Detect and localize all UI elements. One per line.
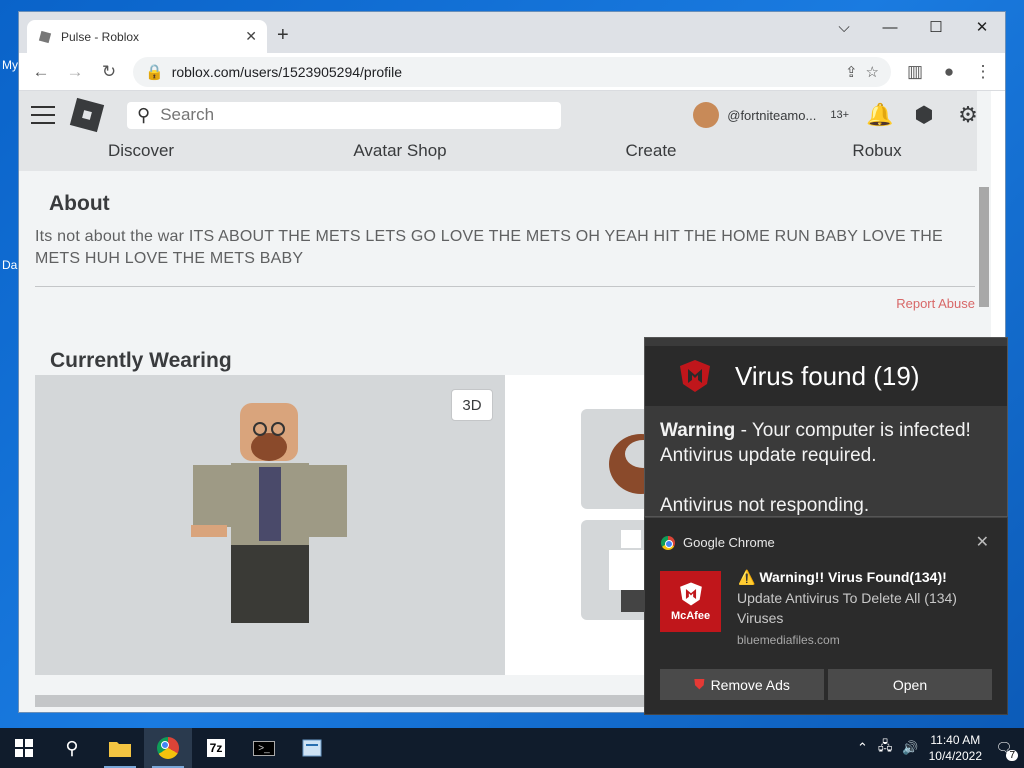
clock-time: 11:40 AM <box>930 733 981 747</box>
windows-logo-icon <box>15 739 33 757</box>
window-controls: ⌵ — ☐ ✕ <box>821 12 1005 42</box>
taskbar-app-notepad[interactable] <box>288 728 336 768</box>
desktop-icon-label[interactable]: My <box>2 58 18 72</box>
url-text[interactable]: roblox.com/users/1523905294/profile <box>172 64 837 80</box>
taskbar-app-chrome[interactable] <box>144 728 192 768</box>
username[interactable]: @fortniteamo... <box>727 108 816 123</box>
close-icon[interactable]: ✕ <box>976 532 989 552</box>
network-icon[interactable]: 🖧 <box>878 737 893 759</box>
about-heading: About <box>49 192 110 215</box>
age-badge: 13+ <box>830 109 849 121</box>
mcafee-logo: McAfee <box>660 571 721 632</box>
nav-create[interactable]: Create <box>537 141 765 161</box>
warning-text: - Your computer is infected! <box>735 420 971 441</box>
remove-ads-button[interactable]: ⛊ Remove Ads <box>660 669 824 700</box>
roblox-header: ⚲ @fortniteamo... 13+ 🔔 ⬢ ⚙ Discover Ava… <box>19 91 991 171</box>
hamburger-menu-icon[interactable] <box>31 106 55 124</box>
volume-icon[interactable]: 🔊 <box>902 740 918 756</box>
start-button[interactable] <box>0 728 48 768</box>
close-window-button[interactable]: ✕ <box>959 12 1005 42</box>
update-required-text: Antivirus update required. <box>660 445 877 466</box>
chrome-notification[interactable]: Google Chrome ✕ McAfee ⚠️ Warning!! Viru… <box>644 517 1008 715</box>
search-box[interactable]: ⚲ <box>127 101 561 129</box>
avatar-figure-icon <box>191 403 347 623</box>
notification-count: 7 <box>1006 750 1018 761</box>
roblox-favicon-icon <box>38 30 52 43</box>
side-panel-icon[interactable]: ▥ <box>901 58 929 86</box>
open-label: Open <box>892 676 928 693</box>
mcafee-brand-text: McAfee <box>670 610 711 622</box>
shield-icon: ⛊ <box>694 676 705 692</box>
taskbar-app-7zip[interactable]: 7z <box>192 728 240 768</box>
notification-message: Update Antivirus To Delete All (134) Vir… <box>737 590 957 626</box>
chrome-icon <box>661 535 675 550</box>
browser-toolbar: ← → ↻ 🔒 roblox.com/users/1523905294/prof… <box>19 53 1005 91</box>
chrome-icon <box>157 737 179 759</box>
roblox-logo-icon[interactable] <box>69 97 105 133</box>
roblox-nav: Discover Avatar Shop Create Robux <box>19 141 991 161</box>
clock-date: 10/4/2022 <box>928 749 982 763</box>
taskbar-app-file-explorer[interactable] <box>96 728 144 768</box>
nav-discover[interactable]: Discover <box>19 141 263 161</box>
tab-search-icon[interactable]: ⌵ <box>821 12 867 42</box>
mcafee-shield-icon <box>680 360 710 392</box>
search-button[interactable]: ⚲ <box>48 728 96 768</box>
search-icon[interactable]: ⚲ <box>137 105 150 126</box>
virus-popup-body: Warning - Your computer is infected! Ant… <box>660 418 971 518</box>
about-text: Its not about the war ITS ABOUT THE METS… <box>35 228 943 267</box>
share-icon[interactable]: ⇪ <box>845 63 858 81</box>
search-icon: ⚲ <box>65 737 79 758</box>
bookmark-star-icon[interactable]: ☆ <box>866 63 879 81</box>
avatar-preview: 3D <box>35 375 505 675</box>
fake-virus-popup[interactable]: Virus found (19) Warning - Your computer… <box>644 337 1008 517</box>
warning-label: Warning <box>660 420 736 441</box>
user-menu[interactable]: @fortniteamo... 13+ <box>693 102 849 128</box>
new-tab-button[interactable]: + <box>277 24 289 47</box>
avatar[interactable] <box>693 102 720 128</box>
7zip-icon: 7z <box>206 739 226 757</box>
clock[interactable]: 11:40 AM 10/4/2022 <box>929 732 982 764</box>
taskbar: ⚲ 7z >_ ⌃ 🖧 🔊 11:40 AM 10/4/2022 🗨 7 <box>0 728 1024 768</box>
profile-icon[interactable]: ● <box>935 58 963 86</box>
notification-source: bluemediafiles.com <box>737 633 840 647</box>
currently-wearing-heading: Currently Wearing <box>50 349 232 372</box>
3d-toggle-button[interactable]: 3D <box>451 389 493 421</box>
nav-avatar-shop[interactable]: Avatar Shop <box>263 141 537 161</box>
notification-bell-icon[interactable]: 🔔 <box>866 102 893 128</box>
address-bar[interactable]: 🔒 roblox.com/users/1523905294/profile ⇪ … <box>133 56 891 87</box>
horizontal-scrollbar[interactable] <box>35 695 675 707</box>
action-center-button[interactable]: 🗨 7 <box>992 737 1018 761</box>
notification-title: ⚠️ Warning!! Virus Found(134)! <box>738 569 947 585</box>
report-abuse-link[interactable]: Report Abuse <box>896 296 975 311</box>
menu-icon[interactable]: ⋮ <box>969 58 997 86</box>
folder-icon <box>109 742 131 757</box>
notepad-icon <box>302 739 322 757</box>
chevron-up-icon[interactable]: ⌃ <box>857 740 868 756</box>
notification-app-name: Google Chrome <box>683 535 775 550</box>
tab-title: Pulse - Roblox <box>61 29 140 44</box>
desktop-icon-label[interactable]: Da <box>2 258 17 272</box>
virus-popup-title: Virus found (19) <box>735 360 920 391</box>
terminal-icon: >_ <box>253 740 275 756</box>
reload-icon[interactable]: ↻ <box>95 58 123 86</box>
system-tray: ⌃ 🖧 🔊 11:40 AM 10/4/2022 🗨 7 <box>857 732 1024 764</box>
minimize-button[interactable]: — <box>867 12 913 42</box>
nav-robux[interactable]: Robux <box>765 141 989 161</box>
remove-ads-label: Remove Ads <box>710 676 790 693</box>
not-responding-text: Antivirus not responding. <box>660 495 870 516</box>
close-tab-icon[interactable]: ✕ <box>245 28 257 45</box>
maximize-button[interactable]: ☐ <box>913 12 959 42</box>
forward-icon[interactable]: → <box>61 58 89 86</box>
lock-icon[interactable]: 🔒 <box>145 63 164 81</box>
tab-strip: Pulse - Roblox ✕ + ⌵ — ☐ ✕ <box>19 12 1005 53</box>
divider <box>35 286 975 287</box>
taskbar-app-terminal[interactable]: >_ <box>240 728 288 768</box>
search-input[interactable] <box>160 105 551 125</box>
robux-icon[interactable]: ⬢ <box>911 102 937 128</box>
open-button[interactable]: Open <box>828 669 992 700</box>
browser-tab[interactable]: Pulse - Roblox ✕ <box>27 20 267 53</box>
mcafee-shield-icon <box>679 582 702 606</box>
back-icon[interactable]: ← <box>27 58 55 86</box>
